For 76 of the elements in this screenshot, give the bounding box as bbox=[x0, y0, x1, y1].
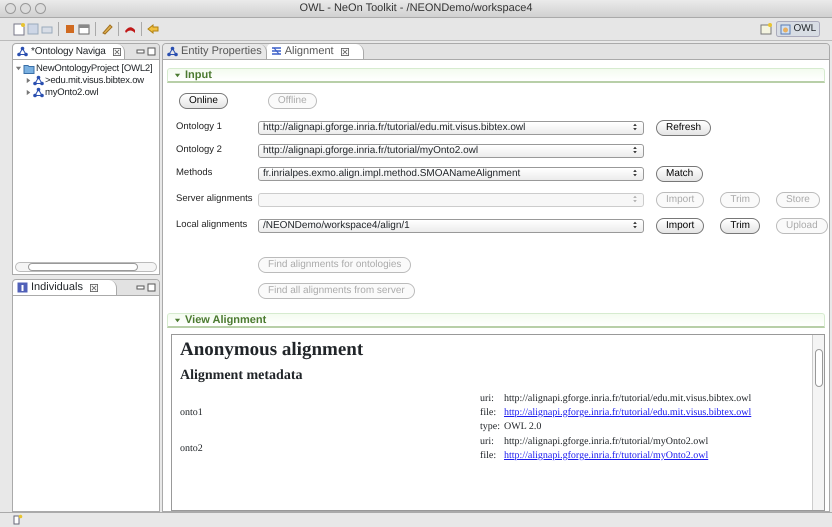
file-link[interactable]: http://alignapi.gforge.inria.fr/tutorial/edu.mit.visus.bibtex.owl bbox=[504, 406, 752, 419]
horizontal-scrollbar[interactable] bbox=[15, 262, 157, 272]
calendar-icon[interactable] bbox=[77, 22, 91, 36]
file-link[interactable]: http://alignapi.gforge.inria.fr/tutorial/myOnto2.owl bbox=[504, 449, 708, 462]
tree-item[interactable]: myOnto2.owl bbox=[45, 86, 98, 100]
expand-arrow-icon[interactable] bbox=[25, 77, 32, 84]
field-value: http://alignapi.gforge.inria.fr/tutorial/myOnto2.owl bbox=[504, 435, 708, 448]
updown-arrow-icon bbox=[631, 195, 639, 204]
ontology-icon bbox=[167, 46, 178, 57]
tree-item[interactable]: >edu.mit.visus.bibtex.ow bbox=[45, 74, 144, 88]
individual-icon bbox=[17, 282, 28, 293]
alignment-icon bbox=[270, 46, 282, 57]
fast-view-icon[interactable] bbox=[12, 514, 23, 525]
document-subheading: Alignment metadata bbox=[180, 367, 304, 384]
pencil-icon[interactable] bbox=[100, 22, 114, 36]
combo-box[interactable]: http://alignapi.gforge.inria.fr/tutorial/myOnto2.owl bbox=[258, 144, 644, 158]
ontology-icon bbox=[33, 75, 44, 86]
maximize-icon[interactable] bbox=[147, 283, 156, 292]
stop-icon[interactable] bbox=[63, 22, 77, 36]
field-key: file: bbox=[480, 449, 504, 462]
combo-box[interactable]: /NEONDemo/workspace4/align/1 bbox=[258, 218, 644, 232]
field-value: OWL 2.0 bbox=[504, 420, 542, 433]
close-icon[interactable] bbox=[340, 48, 349, 56]
updown-arrow-icon bbox=[631, 146, 639, 154]
action-button[interactable]: Import bbox=[656, 218, 704, 234]
action-button[interactable]: Refresh bbox=[656, 120, 712, 136]
close-window-icon[interactable] bbox=[5, 3, 16, 14]
metadata-name: onto1 bbox=[180, 406, 203, 419]
expand-arrow-icon[interactable] bbox=[25, 89, 32, 96]
updown-arrow-icon bbox=[631, 123, 639, 132]
window-title: OWL - NeOn Toolkit - /NEONDemo/workspace4 bbox=[300, 1, 532, 16]
action-button[interactable]: Match bbox=[656, 166, 704, 182]
metadata-name: onto2 bbox=[180, 442, 203, 455]
section-header[interactable]: View Alignment bbox=[167, 313, 825, 328]
field-key: type: bbox=[480, 420, 504, 433]
folder-icon bbox=[23, 62, 35, 75]
field-key: uri: bbox=[480, 392, 504, 405]
section-header[interactable]: Input bbox=[167, 68, 825, 83]
back-arrow-icon[interactable] bbox=[146, 22, 160, 36]
tree-item[interactable]: NewOntologyProject [OWL2] bbox=[36, 62, 152, 76]
zoom-window-icon[interactable] bbox=[35, 3, 46, 14]
ontology-icon bbox=[17, 46, 28, 57]
owl-icon bbox=[780, 24, 791, 34]
field-label: Local alignments bbox=[176, 218, 248, 232]
mode-button[interactable]: Online bbox=[179, 93, 228, 109]
new-file-icon[interactable] bbox=[12, 22, 26, 36]
minimize-icon[interactable] bbox=[136, 283, 144, 292]
collapse-arrow-icon bbox=[174, 316, 181, 324]
ontology-icon bbox=[33, 87, 44, 98]
combo-box[interactable]: fr.inrialpes.exmo.align.impl.method.SMOANameAlignment bbox=[258, 166, 644, 180]
field-key: uri: bbox=[480, 435, 504, 448]
collapse-arrow-icon[interactable] bbox=[15, 65, 22, 72]
minimize-icon[interactable] bbox=[136, 47, 144, 56]
view-tab[interactable]: *Ontology Naviga bbox=[13, 44, 125, 59]
maximize-icon[interactable] bbox=[147, 47, 156, 56]
combo-box[interactable]: http://alignapi.gforge.inria.fr/tutorial/edu.mit.visus.bibtex.owl bbox=[258, 120, 644, 134]
view-tab[interactable]: Individuals bbox=[13, 280, 117, 295]
field-label: Ontology 2 bbox=[176, 143, 223, 158]
collapse-arrow-icon bbox=[174, 72, 181, 78]
field-label: Ontology 1 bbox=[176, 120, 223, 134]
field-value: http://alignapi.gforge.inria.fr/tutorial/edu.mit.visus.bibtex.owl bbox=[504, 392, 752, 405]
document-heading: Anonymous alignment bbox=[180, 339, 364, 361]
updown-arrow-icon bbox=[631, 169, 639, 178]
close-icon[interactable] bbox=[112, 48, 121, 56]
close-icon[interactable] bbox=[90, 284, 98, 292]
vertical-scrollbar[interactable] bbox=[812, 335, 824, 510]
open-perspective-icon[interactable] bbox=[759, 22, 774, 36]
action-button[interactable]: Trim bbox=[720, 218, 760, 234]
perspective-button[interactable]: OWL bbox=[776, 21, 820, 37]
field-label: Methods bbox=[176, 166, 214, 180]
field-key: file: bbox=[480, 406, 504, 419]
field-label: Server alignments bbox=[176, 192, 254, 206]
editor-tab[interactable]: Entity Properties bbox=[163, 44, 267, 59]
minimize-window-icon[interactable] bbox=[20, 3, 31, 14]
updown-arrow-icon bbox=[631, 221, 639, 230]
editor-tab[interactable]: Alignment bbox=[266, 44, 364, 59]
